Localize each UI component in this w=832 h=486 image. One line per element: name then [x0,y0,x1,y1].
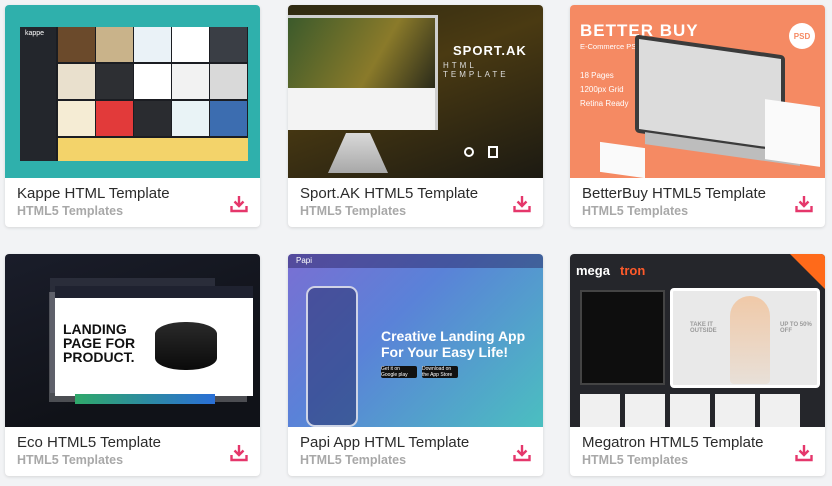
template-thumbnail[interactable]: BETTER BUY E-Commerce PSD UI Kit 18 Page… [570,5,825,178]
thumb-promo: UP TO 50% OFF [780,322,812,334]
thumb-model [730,296,770,384]
thumb-brand: kappe [25,30,45,37]
card-title[interactable]: Papi App HTML Template [300,434,469,451]
card-category[interactable]: HTML5 Templates [300,453,406,467]
tech-icon [464,147,474,157]
download-icon[interactable] [513,195,531,213]
thumb-subtitle: HTML TEMPLATE [443,61,509,79]
thumb-accent-bar [75,394,215,404]
thumb-brand: SPORT.AK [453,43,527,58]
psd-badge: PSD [789,23,815,49]
thumb-product [715,394,755,427]
thumb-screen-lower [288,88,435,130]
card-category[interactable]: HTML5 Templates [300,204,406,218]
tile [172,64,209,99]
tile [210,64,247,99]
tile [58,101,95,136]
tile-row [58,138,248,161]
thumb-brand: Papi [296,256,313,265]
download-icon[interactable] [795,195,813,213]
thumb-product [670,394,710,427]
app-store-button: Download on the App Store [422,366,458,378]
template-thumbnail[interactable]: kappe [5,5,260,178]
thumb-product [760,394,800,427]
thumb-page-nav [55,286,253,298]
template-thumbnail[interactable]: mega tron TAKE IT OUTSIDE UP TO 50% OFF [570,254,825,427]
tile [210,101,247,136]
template-card-megatron[interactable]: mega tron TAKE IT OUTSIDE UP TO 50% OFF … [570,254,825,476]
card-category[interactable]: HTML5 Templates [582,453,688,467]
tile [96,101,133,136]
card-title[interactable]: Megatron HTML5 Template [582,434,763,451]
thumb-stand [328,133,388,173]
card-title[interactable]: Kappe HTML Template [17,185,170,202]
thumb-page [765,99,820,167]
tile [172,101,209,136]
thumb-phone [306,286,358,427]
thumb-nav [288,254,543,268]
thumb-product [580,394,620,427]
tile [96,27,133,62]
card-title[interactable]: Sport.AK HTML5 Template [300,185,478,202]
html5-icon [488,146,498,158]
thumb-headline: LANDING PAGE FOR PRODUCT. [63,321,136,365]
thumb-headline: Creative Landing App For Your Easy Life! [381,328,526,360]
card-category[interactable]: HTML5 Templates [17,453,123,467]
thumb-product [625,394,665,427]
template-card-sport-ak[interactable]: SPORT.AK HTML TEMPLATE Sport.AK HTML5 Te… [288,5,543,227]
tile [58,64,95,99]
thumb-brand-part2: tron [620,263,646,278]
tile [58,27,95,62]
template-card-papi[interactable]: Papi Creative Landing App For Your Easy … [288,254,543,476]
tile [96,64,133,99]
download-icon[interactable] [230,195,248,213]
tile [134,64,171,99]
thumb-promo: TAKE IT OUTSIDE [690,322,717,334]
google-play-button: Get it on Google play [381,366,417,378]
thumb-dark-page [580,290,665,385]
card-title[interactable]: Eco HTML5 Template [17,434,161,451]
download-icon[interactable] [230,444,248,462]
thumb-screen [288,18,435,88]
template-thumbnail[interactable]: Papi Creative Landing App For Your Easy … [288,254,543,427]
thumb-corner-ribbon [790,254,825,289]
tile [210,27,247,62]
download-icon[interactable] [795,444,813,462]
tile [134,27,171,62]
thumb-feature: 1200px Grid [580,85,624,94]
tile [134,101,171,136]
template-card-kappe[interactable]: kappe Kappe HTML Template HTML5 Template… [5,5,260,227]
thumb-feature: 18 Pages [580,71,614,80]
thumb-feature: Retina Ready [580,99,629,108]
download-icon[interactable] [513,444,531,462]
tile [172,27,209,62]
template-thumbnail[interactable]: LANDING PAGE FOR PRODUCT. [5,254,260,427]
template-card-betterbuy[interactable]: BETTER BUY E-Commerce PSD UI Kit 18 Page… [570,5,825,227]
card-title[interactable]: BetterBuy HTML5 Template [582,185,766,202]
thumb-page [600,141,645,178]
template-thumbnail[interactable]: SPORT.AK HTML TEMPLATE [288,5,543,178]
thumb-sidebar [20,27,56,161]
thumb-device [155,322,217,370]
card-category[interactable]: HTML5 Templates [582,204,688,218]
template-card-eco[interactable]: LANDING PAGE FOR PRODUCT. Eco HTML5 Temp… [5,254,260,476]
thumb-brand-part1: mega [576,263,610,278]
card-category[interactable]: HTML5 Templates [17,204,123,218]
